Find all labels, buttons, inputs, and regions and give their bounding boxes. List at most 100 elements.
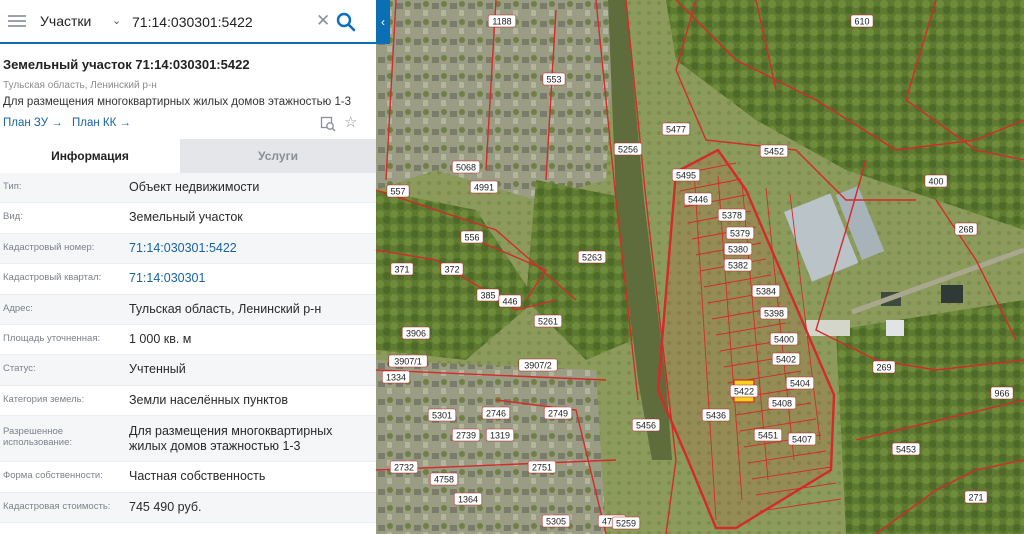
svg-text:5400: 5400 xyxy=(774,335,794,345)
property-row: Тип: Объект недвижимости xyxy=(0,173,376,204)
clear-icon[interactable]: ✕ xyxy=(316,12,330,30)
parcel-number-label[interactable]: 5408 xyxy=(767,396,797,410)
parcel-number-label[interactable]: 557 xyxy=(386,184,410,198)
parcel-number-label[interactable]: 446 xyxy=(498,294,522,308)
parcel-number-label[interactable]: 5398 xyxy=(759,306,789,320)
search-input[interactable] xyxy=(132,10,312,34)
parcel-number-label[interactable]: 5446 xyxy=(683,192,713,206)
parcel-number-label[interactable]: 2746 xyxy=(481,406,511,420)
search-type-select[interactable]: Участки xyxy=(40,13,91,29)
svg-text:1188: 1188 xyxy=(492,17,511,27)
search-button[interactable] xyxy=(334,9,358,35)
svg-text:372: 372 xyxy=(444,265,459,275)
tab-bar: Информация Услуги xyxy=(0,139,376,173)
parcel-number-label[interactable]: 2749 xyxy=(543,406,573,420)
parcel-number-label[interactable]: 3907/1 xyxy=(388,354,428,368)
tab-information[interactable]: Информация xyxy=(0,139,180,173)
menu-icon[interactable] xyxy=(8,12,26,32)
parcel-number-label[interactable]: 5422 xyxy=(729,384,759,398)
svg-text:5453: 5453 xyxy=(896,445,916,455)
tab-services[interactable]: Услуги xyxy=(180,139,376,173)
property-value-link[interactable]: 71:14:030301:5422 xyxy=(129,241,369,256)
parcel-number-label[interactable]: 371 xyxy=(390,262,414,276)
svg-text:5422: 5422 xyxy=(734,387,754,397)
parcel-number-label[interactable]: 556 xyxy=(460,230,484,244)
parcel-number-label[interactable]: 553 xyxy=(542,72,566,86)
info-panel: Участки ⌄ ✕ Земельный участок 71:14:0303… xyxy=(0,0,376,534)
parcel-number-label[interactable]: 4758 xyxy=(429,472,459,486)
parcel-number-label[interactable]: 372 xyxy=(440,262,464,276)
plan-kk-link[interactable]: План КК → xyxy=(72,117,131,129)
parcel-number-label[interactable]: 271 xyxy=(964,490,988,504)
svg-text:2751: 2751 xyxy=(532,463,552,473)
parcel-number-label[interactable]: 5068 xyxy=(451,160,481,174)
parcel-number-label[interactable]: 5400 xyxy=(769,332,799,346)
svg-text:5263: 5263 xyxy=(582,253,602,263)
parcel-number-label[interactable]: 1334 xyxy=(381,370,411,384)
parcel-number-label[interactable]: 5380 xyxy=(723,242,753,256)
parcel-number-label[interactable]: 5407 xyxy=(787,432,817,446)
parcel-number-label[interactable]: 1364 xyxy=(453,492,483,506)
svg-text:610: 610 xyxy=(854,17,869,27)
parcel-number-label[interactable]: 268 xyxy=(954,222,978,236)
parcel-number-label[interactable]: 5495 xyxy=(671,168,701,182)
parcel-number-label[interactable]: 2739 xyxy=(451,428,481,442)
plan-zu-link[interactable]: План ЗУ → xyxy=(3,117,63,129)
parcel-number-label[interactable]: 400 xyxy=(924,174,948,188)
parcel-number-label[interactable]: 2732 xyxy=(389,460,419,474)
parcel-number-label[interactable]: 4991 xyxy=(469,180,499,194)
parcel-number-label[interactable]: 5382 xyxy=(723,258,753,272)
parcel-number-label[interactable]: 2751 xyxy=(527,460,557,474)
chevron-down-icon[interactable]: ⌄ xyxy=(112,14,121,27)
parcel-number-label[interactable]: 966 xyxy=(990,386,1014,400)
svg-text:2739: 2739 xyxy=(456,431,476,441)
svg-text:5261: 5261 xyxy=(538,317,558,327)
parcel-number-label[interactable]: 3907/2 xyxy=(518,358,558,372)
collapse-panel-button[interactable]: ‹ xyxy=(376,0,390,44)
parcel-number-label[interactable]: 5456 xyxy=(631,418,661,432)
parcel-number-label[interactable]: 385 xyxy=(476,288,500,302)
property-label: Площадь уточненная: xyxy=(3,332,101,344)
parcel-number-label[interactable]: 5452 xyxy=(759,144,789,158)
parcel-number-label[interactable]: 5436 xyxy=(701,408,731,422)
parcel-number-label[interactable]: 5259 xyxy=(611,516,641,530)
parcel-number-label[interactable]: 5404 xyxy=(785,376,815,390)
zoom-to-object-icon[interactable] xyxy=(320,116,336,132)
property-row: Категория земель: Земли населённых пункто… xyxy=(0,385,376,417)
parcel-number-label[interactable]: 5384 xyxy=(751,284,781,298)
parcel-number-label[interactable]: 5477 xyxy=(661,122,691,136)
parcel-number-label[interactable]: 5256 xyxy=(613,142,643,156)
property-label: Кадастровая стоимость: xyxy=(3,500,111,512)
property-value-link[interactable]: 71:14:030301 xyxy=(129,271,369,286)
svg-text:1334: 1334 xyxy=(386,373,406,383)
property-row: Вид: Земельный участок xyxy=(0,203,376,234)
svg-text:5384: 5384 xyxy=(756,287,776,297)
svg-text:5456: 5456 xyxy=(636,421,656,431)
svg-text:400: 400 xyxy=(928,177,943,187)
parcel-number-label[interactable]: 5263 xyxy=(577,250,607,264)
parcel-number-label[interactable]: 269 xyxy=(872,360,896,374)
star-icon[interactable]: ☆ xyxy=(344,115,357,131)
parcel-number-label[interactable]: 5379 xyxy=(725,226,755,240)
parcel-number-label[interactable]: 3906 xyxy=(401,326,431,340)
svg-text:5436: 5436 xyxy=(706,411,726,421)
property-label: Вид: xyxy=(3,211,23,223)
parcel-number-label[interactable]: 5301 xyxy=(427,408,457,422)
cadastral-map[interactable]: 610 553 5477 5452 400 268 5256 5495 5446 5378 5379… xyxy=(376,0,1024,534)
property-label: Разрешенное использование: xyxy=(3,426,73,449)
svg-text:1319: 1319 xyxy=(490,431,510,441)
parcel-number-label[interactable]: 1319 xyxy=(485,428,515,442)
parcel-number-label[interactable]: 5378 xyxy=(717,208,747,222)
parcel-number-label[interactable]: 1188 xyxy=(487,14,517,28)
property-value: Частная собственность xyxy=(129,469,266,484)
parcel-number-label[interactable]: 5453 xyxy=(891,442,921,456)
building xyxy=(941,285,963,303)
building xyxy=(806,320,850,336)
map-canvas[interactable]: 610 553 5477 5452 400 268 5256 5495 5446 5378 5379… xyxy=(376,0,1024,534)
parcel-number-label[interactable]: 5305 xyxy=(541,514,571,528)
svg-text:5404: 5404 xyxy=(790,379,810,389)
parcel-number-label[interactable]: 5261 xyxy=(533,314,563,328)
parcel-number-label[interactable]: 5451 xyxy=(753,428,783,442)
parcel-number-label[interactable]: 5402 xyxy=(771,352,801,366)
parcel-number-label[interactable]: 610 xyxy=(850,14,874,28)
